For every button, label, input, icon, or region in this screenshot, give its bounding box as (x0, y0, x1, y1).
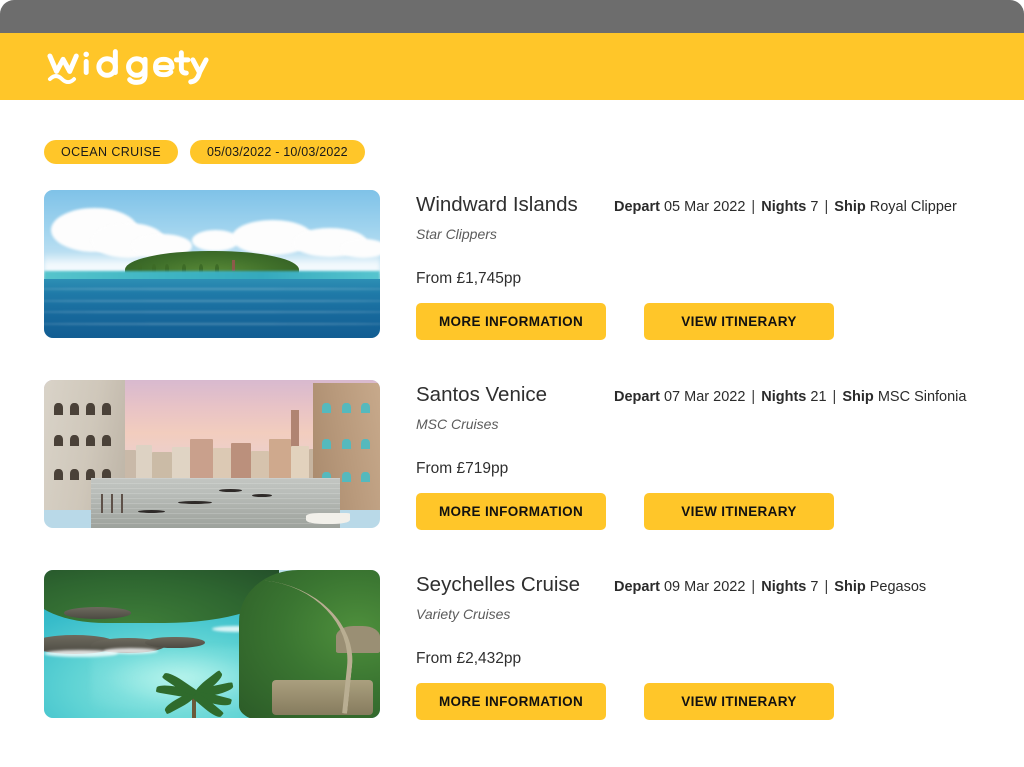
view-itinerary-button[interactable]: VIEW ITINERARY (644, 682, 834, 720)
cruise-meta: Depart 07 Mar 2022 | Nights 21 | Ship MS… (614, 387, 966, 406)
cruise-price: From £2,432pp (416, 650, 522, 668)
browser-chrome-bar (0, 0, 1024, 33)
cruise-price: From £1,745pp (416, 270, 522, 288)
cruise-operator: Star Clippers (416, 225, 497, 242)
cruise-meta: Depart 05 Mar 2022 | Nights 7 | Ship Roy… (614, 197, 957, 216)
cruise-details: Seychelles Cruise Depart 09 Mar 2022 | N… (380, 570, 1024, 720)
more-information-button[interactable]: MORE INFORMATION (416, 492, 606, 530)
cruise-actions: MORE INFORMATION VIEW ITINERARY (416, 682, 1024, 720)
filter-pill-date-range[interactable]: 05/03/2022 - 10/03/2022 (189, 140, 365, 164)
meta-separator: | (824, 199, 829, 215)
nights-value: 7 (810, 579, 819, 595)
seychelles-turquoise-lagoon-photo (44, 570, 380, 718)
more-information-button[interactable]: MORE INFORMATION (416, 302, 606, 340)
cruise-result-card: Seychelles Cruise Depart 09 Mar 2022 | N… (0, 570, 1024, 743)
cruise-thumbnail[interactable] (44, 190, 380, 338)
cruise-title[interactable]: Windward Islands (416, 193, 614, 217)
nights-label: Nights (761, 389, 807, 405)
view-itinerary-button[interactable]: VIEW ITINERARY (644, 492, 834, 530)
view-itinerary-button[interactable]: VIEW ITINERARY (644, 302, 834, 340)
cruise-operator: Variety Cruises (416, 605, 511, 622)
depart-value: 07 Mar 2022 (663, 389, 746, 405)
meta-separator: | (751, 579, 756, 595)
cruise-thumbnail[interactable] (44, 380, 380, 528)
more-information-button[interactable]: MORE INFORMATION (416, 682, 606, 720)
nights-value: 7 (810, 199, 819, 215)
cruise-results-list: Windward Islands Depart 05 Mar 2022 | Ni… (0, 164, 1024, 743)
meta-separator: | (751, 199, 756, 215)
brand-header (0, 33, 1024, 100)
ship-label: Ship (834, 579, 866, 595)
ship-value: Pegasos (869, 579, 927, 595)
cruise-actions: MORE INFORMATION VIEW ITINERARY (416, 302, 1024, 340)
depart-label: Depart (614, 199, 660, 215)
cruise-actions: MORE INFORMATION VIEW ITINERARY (416, 492, 1024, 530)
cruise-result-card: Santos Venice Depart 07 Mar 2022 | Night… (0, 380, 1024, 553)
cruise-price: From £719pp (416, 460, 509, 478)
meta-separator: | (832, 389, 837, 405)
depart-label: Depart (614, 389, 660, 405)
cruise-result-card: Windward Islands Depart 05 Mar 2022 | Ni… (0, 190, 1024, 363)
depart-label: Depart (614, 579, 660, 595)
meta-separator: | (824, 579, 829, 595)
filter-pill-category[interactable]: OCEAN CRUISE (44, 140, 178, 164)
nights-label: Nights (761, 199, 807, 215)
ship-value: MSC Sinfonia (877, 389, 967, 405)
depart-value: 05 Mar 2022 (663, 199, 746, 215)
cruise-details: Santos Venice Depart 07 Mar 2022 | Night… (380, 380, 1024, 530)
cruise-results-page: OCEAN CRUISE 05/03/2022 - 10/03/2022 Win… (0, 0, 1024, 767)
tropical-island-ocean-photo (44, 190, 380, 338)
nights-label: Nights (761, 579, 807, 595)
cruise-operator: MSC Cruises (416, 415, 499, 432)
meta-separator: | (751, 389, 756, 405)
cruise-thumbnail[interactable] (44, 570, 380, 718)
venice-grand-canal-sunset-photo (44, 380, 380, 528)
widgety-wordmark-logo[interactable] (44, 45, 212, 89)
depart-value: 09 Mar 2022 (663, 579, 746, 595)
ship-value: Royal Clipper (869, 199, 957, 215)
ship-label: Ship (842, 389, 874, 405)
filter-pill-row: OCEAN CRUISE 05/03/2022 - 10/03/2022 (0, 100, 1024, 164)
cruise-title[interactable]: Seychelles Cruise (416, 573, 614, 597)
cruise-meta: Depart 09 Mar 2022 | Nights 7 | Ship Peg… (614, 577, 926, 596)
cruise-title[interactable]: Santos Venice (416, 383, 614, 407)
nights-value: 21 (810, 389, 827, 405)
ship-label: Ship (834, 199, 866, 215)
cruise-details: Windward Islands Depart 05 Mar 2022 | Ni… (380, 190, 1024, 340)
